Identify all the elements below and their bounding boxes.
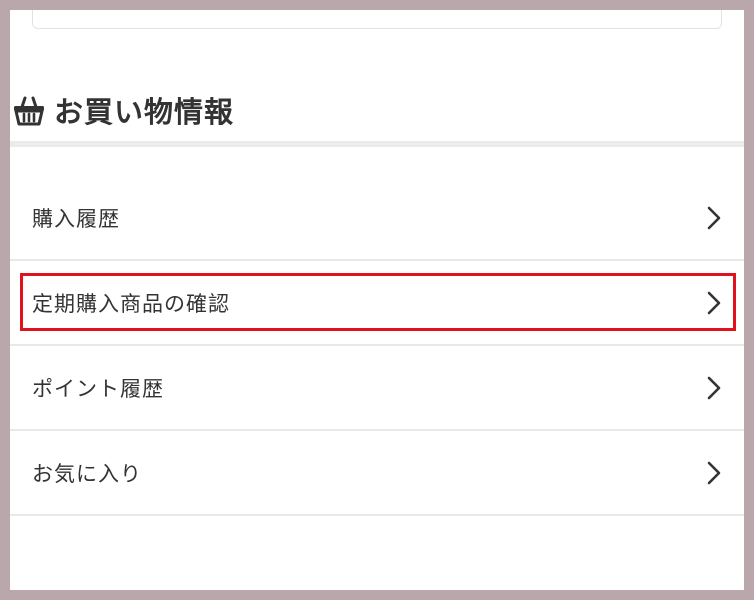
menu-item-label: お気に入り bbox=[32, 461, 142, 486]
shopping-basket-icon bbox=[10, 90, 48, 130]
header-divider bbox=[10, 141, 744, 147]
section-title: お買い物情報 bbox=[54, 95, 235, 129]
section-header: お買い物情報 bbox=[10, 88, 234, 132]
menu-item-subscription-check[interactable]: 定期購入商品の確認 bbox=[10, 261, 744, 346]
menu-item-label: ポイント履歴 bbox=[32, 376, 164, 401]
previous-card bbox=[32, 10, 722, 29]
menu-item-label: 購入履歴 bbox=[32, 206, 120, 231]
shopping-menu-list: 購入履歴 定期購入商品の確認 ポイント履歴 お気に入り bbox=[10, 176, 744, 516]
menu-item-point-history[interactable]: ポイント履歴 bbox=[10, 346, 744, 431]
chevron-right-icon bbox=[707, 461, 721, 484]
chevron-right-icon bbox=[707, 376, 721, 399]
menu-item-purchase-history[interactable]: 購入履歴 bbox=[10, 176, 744, 261]
chevron-right-icon bbox=[707, 291, 721, 314]
page-frame: お買い物情報 購入履歴 定期購入商品の確認 ポイント履歴 お気に入り bbox=[10, 10, 744, 590]
menu-item-favorites[interactable]: お気に入り bbox=[10, 431, 744, 516]
chevron-right-icon bbox=[707, 206, 721, 229]
menu-item-label: 定期購入商品の確認 bbox=[32, 291, 230, 316]
